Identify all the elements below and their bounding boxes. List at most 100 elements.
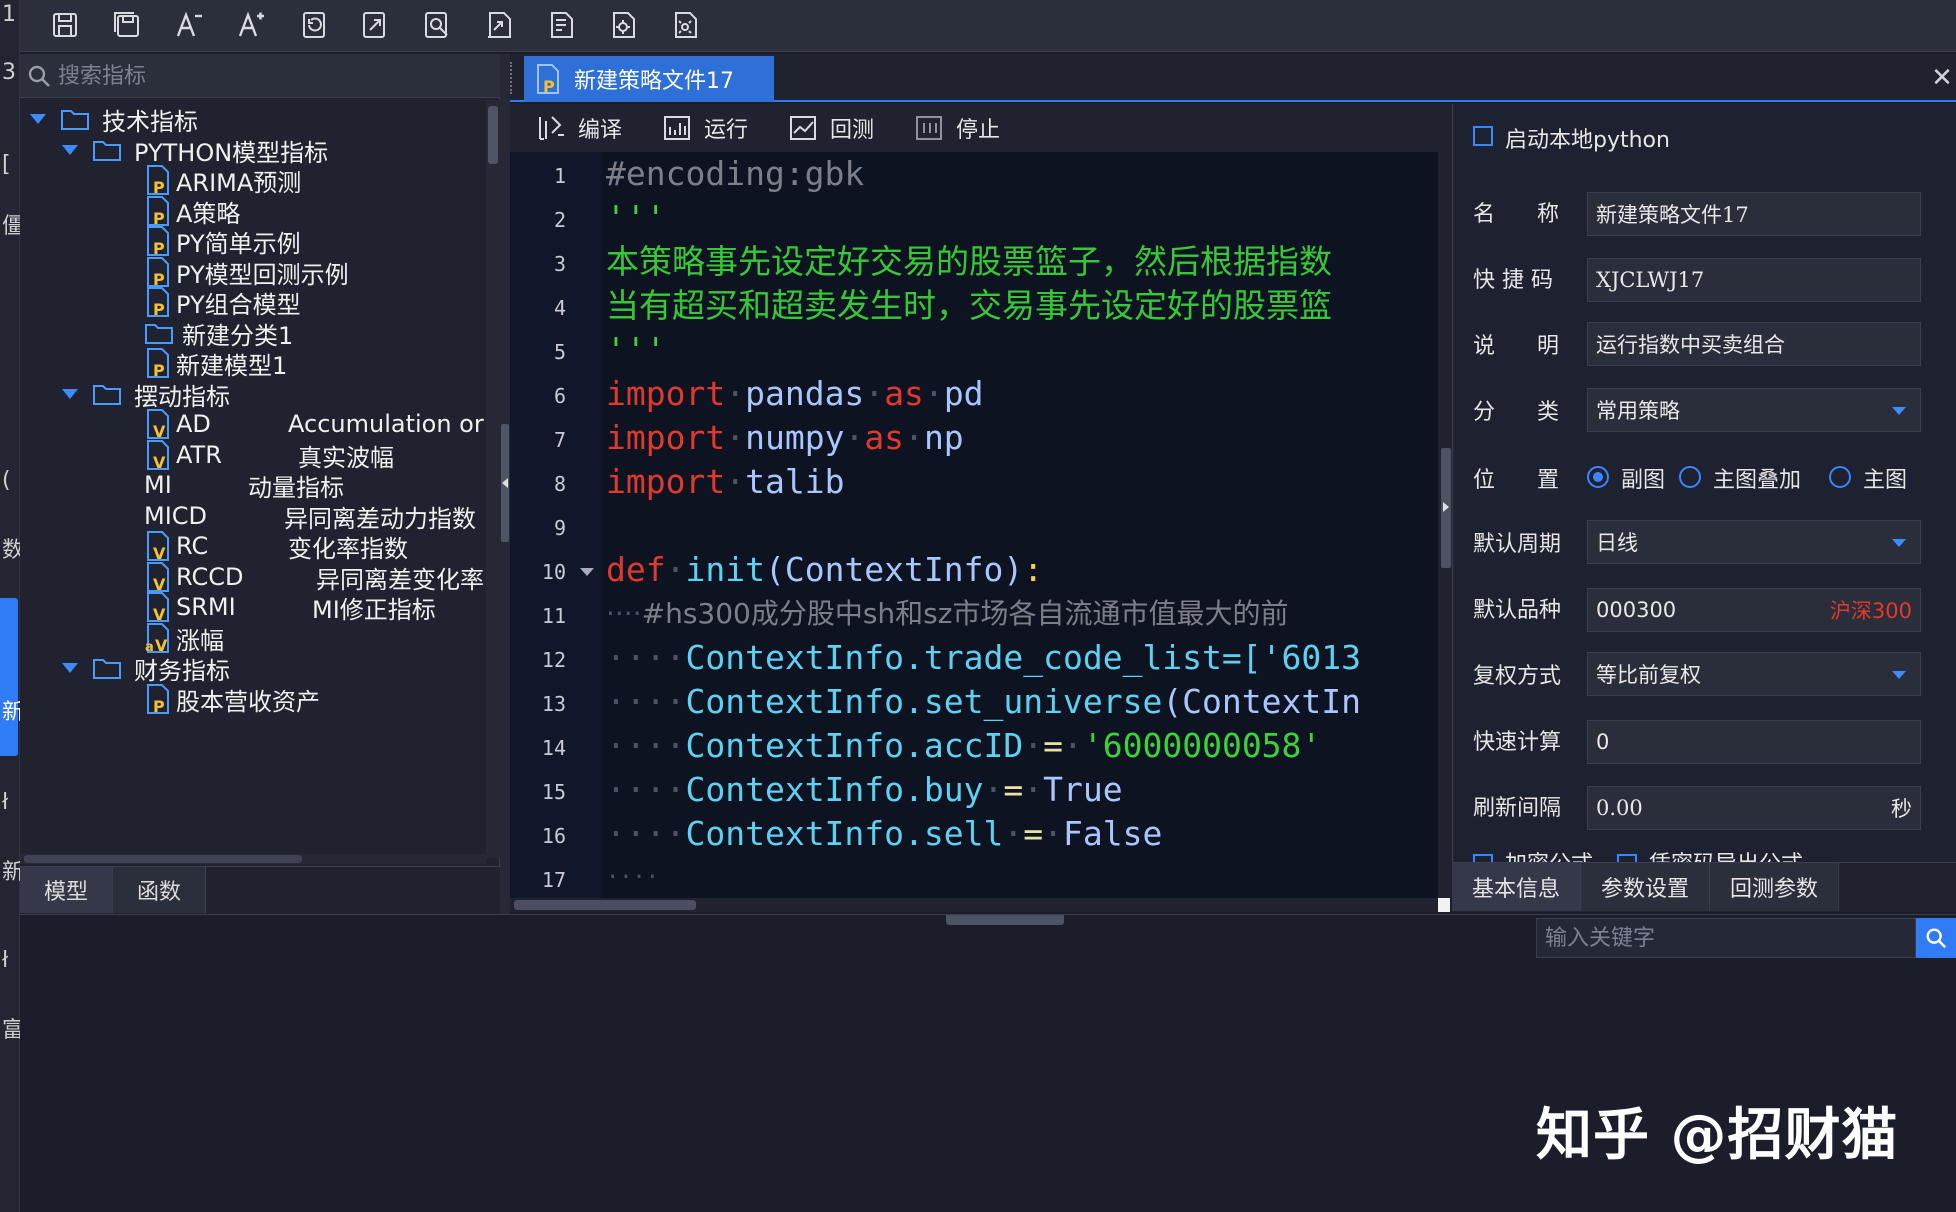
redo-icon[interactable] [358, 8, 392, 42]
line-number: 6 [553, 384, 566, 408]
svg-text:P: P [153, 697, 165, 715]
tree-horizontal-scrollbar[interactable] [20, 854, 486, 864]
shortcut-code-field[interactable]: XJCLWJ17 [1587, 258, 1921, 302]
line-number: 1 [553, 164, 566, 188]
chevron-down-icon[interactable] [1892, 671, 1906, 679]
indicator-search-input[interactable] [58, 60, 478, 92]
save-icon[interactable] [48, 8, 82, 42]
tab-basic-info[interactable]: 基本信息 [1452, 863, 1582, 911]
document-tab-bar: P 新建策略文件17 ✕ [510, 54, 1956, 102]
identifier: pd [943, 374, 984, 413]
run-button[interactable]: 运行 [662, 110, 748, 146]
dock-active-indicator[interactable] [0, 598, 18, 756]
chevron-down-icon[interactable] [30, 114, 46, 124]
function-name: init [685, 550, 765, 589]
tree-vertical-scrollbar[interactable] [486, 100, 500, 858]
code-line-3: 本策略事先设定好交易的股票篮子，然后根据指数 [606, 242, 1332, 281]
line-number: 8 [553, 472, 566, 496]
chevron-down-icon[interactable] [62, 389, 78, 399]
run-chart-icon [664, 116, 690, 140]
default-period-select[interactable]: 日线 [1587, 520, 1921, 564]
config-icon[interactable] [668, 8, 702, 42]
position-radio-main-overlay[interactable] [1679, 466, 1701, 488]
name-label-char: 称 [1537, 202, 1560, 227]
fold-arrow-icon[interactable] [580, 568, 594, 576]
line-number: 13 [541, 692, 566, 716]
description-field[interactable]: 运行指数中买卖组合 [1587, 322, 1921, 366]
fast-calc-field[interactable]: 0 [1587, 720, 1921, 764]
font-increase-icon[interactable] [234, 8, 268, 42]
right-splitter[interactable] [1440, 104, 1452, 898]
scrollbar-thumb[interactable] [488, 106, 498, 164]
chevron-down-icon[interactable] [62, 663, 78, 673]
font-decrease-icon[interactable] [172, 8, 206, 42]
whitespace: · [1023, 770, 1044, 809]
category-label-char: 类 [1537, 400, 1560, 425]
indent: ···· [606, 682, 686, 721]
import-icon[interactable] [544, 8, 578, 42]
drag-grip[interactable] [510, 62, 522, 94]
local-python-checkbox[interactable] [1473, 126, 1493, 146]
line-number: 4 [553, 296, 566, 320]
position-radio-main-chart[interactable] [1829, 466, 1851, 488]
category-select[interactable]: 常用策略 [1587, 388, 1921, 432]
tree-item[interactable]: P 股本营收资产 [144, 680, 320, 718]
keyword-search-button[interactable] [1916, 918, 1956, 958]
scrollbar-thumb[interactable] [24, 855, 302, 863]
statement: ContextInfo.set_universe [685, 682, 1163, 721]
tab-backtest-params[interactable]: 回测参数 [1710, 863, 1840, 911]
tree-label: MICD [144, 502, 208, 530]
editor-toolbar: 编译 运行 回测 停止 [510, 104, 1448, 152]
position-label-char: 置 [1537, 468, 1560, 493]
chevron-down-icon[interactable] [1892, 407, 1906, 415]
tab-param-settings[interactable]: 参数设置 [1581, 863, 1711, 911]
find-icon[interactable] [420, 8, 454, 42]
collapse-left-icon[interactable] [502, 478, 508, 488]
collapse-right-icon[interactable] [1443, 502, 1449, 512]
tab-functions[interactable]: 函数 [113, 867, 207, 913]
keyword: import [606, 462, 726, 501]
chevron-down-icon[interactable] [62, 145, 78, 155]
strategy-properties-panel: 启动本地python 名 称 新建策略文件17 快 捷 码 XJCLWJ17 说… [1452, 104, 1956, 912]
undo-icon[interactable] [296, 8, 330, 42]
identifier: np [923, 418, 964, 457]
tree-label: MI [144, 471, 172, 499]
export-icon[interactable] [482, 8, 516, 42]
refresh-interval-field[interactable]: 0.00 秒 [1587, 786, 1921, 830]
compile-button[interactable]: 编译 [536, 110, 622, 146]
default-symbol-field[interactable]: 000300 沪深300 [1587, 588, 1921, 632]
settings-icon[interactable] [606, 8, 640, 42]
tab-model[interactable]: 模型 [20, 867, 114, 913]
indent: ···· [606, 638, 686, 677]
name-field[interactable]: 新建策略文件17 [1587, 192, 1921, 236]
whitespace: · [1043, 814, 1063, 853]
backtest-chart-icon [790, 116, 816, 140]
stop-button[interactable]: 停止 [914, 110, 1000, 146]
close-icon[interactable]: ✕ [1928, 63, 1956, 93]
backtest-button[interactable]: 回测 [788, 110, 874, 146]
folder-icon [93, 385, 121, 405]
splitter-handle[interactable] [946, 915, 1064, 925]
scrollbar-thumb[interactable] [514, 900, 696, 910]
position-radio-sub-chart[interactable] [1587, 466, 1609, 488]
fast-calc-label: 快速计算 [1473, 730, 1562, 755]
description-label-char: 说 [1473, 334, 1496, 359]
left-splitter[interactable] [500, 54, 510, 914]
identifier: numpy [745, 418, 845, 457]
statement: ContextInfo.trade_code_list=['6013 [685, 638, 1361, 677]
adjust-mode-select[interactable]: 等比前复权 [1587, 652, 1921, 696]
python-file-icon: P [147, 684, 169, 715]
left-panel-tabs: 模型 函数 [20, 866, 500, 914]
keyword-search-input[interactable] [1536, 918, 1916, 958]
statement-args: (ContextIn [1162, 682, 1361, 721]
save-all-icon[interactable] [110, 8, 144, 42]
whitespace: · [1023, 726, 1044, 765]
editor-horizontal-scrollbar[interactable] [510, 898, 1438, 912]
code-editor[interactable]: 1 2 3 4 5 6 7 8 9 10 11 12 13 14 15 16 1… [510, 152, 1438, 898]
chevron-down-icon[interactable] [1892, 539, 1906, 547]
tab-strategy-file[interactable]: P 新建策略文件17 [524, 56, 774, 102]
default-symbol-label: 默认品种 [1473, 598, 1562, 623]
dock-fragment: ł [2, 790, 9, 815]
statement: ContextInfo.accID [685, 726, 1024, 765]
indent: ···· [606, 865, 659, 890]
